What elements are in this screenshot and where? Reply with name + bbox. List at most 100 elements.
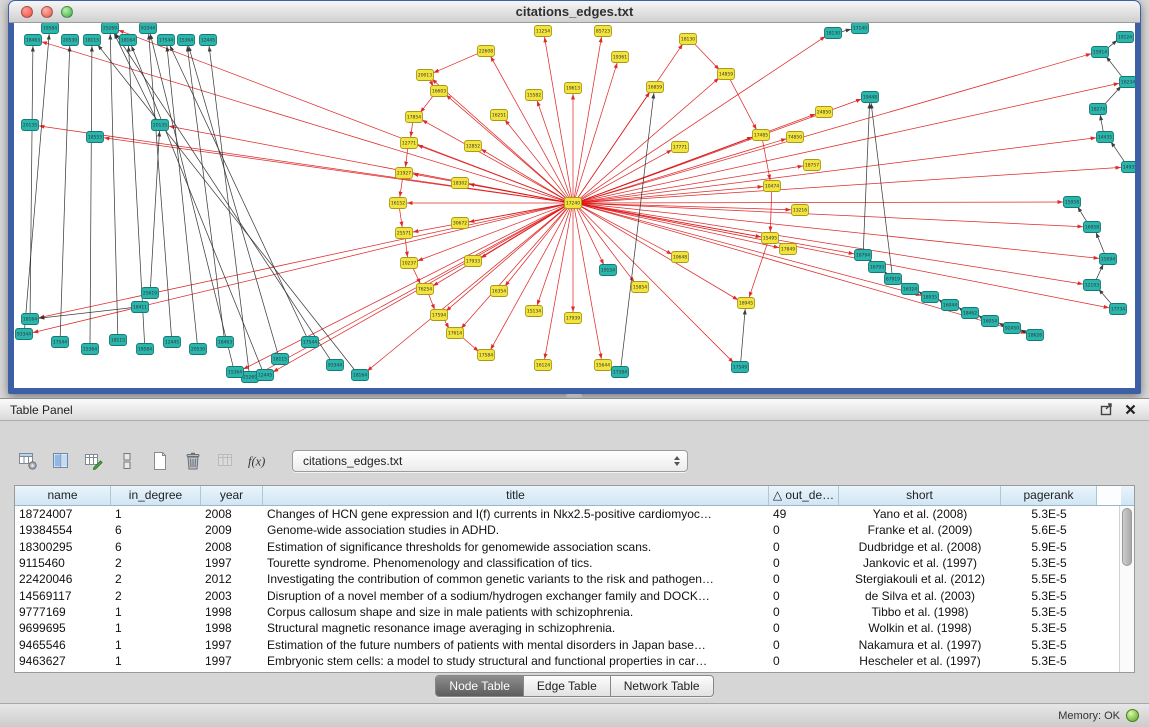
- graph-edge[interactable]: [580, 204, 1099, 259]
- graph-edge[interactable]: [30, 46, 33, 314]
- graph-node[interactable]: 10474: [764, 181, 781, 192]
- graph-edge[interactable]: [1096, 264, 1104, 281]
- cell-pagerank[interactable]: 5.5E-5: [1001, 572, 1097, 586]
- cell-title[interactable]: Changes of HCN gene expression and I(f) …: [263, 507, 769, 521]
- table-row[interactable]: 1456911722003Disruption of a novel membe…: [15, 587, 1119, 603]
- graph-node[interactable]: 18626: [1027, 330, 1044, 341]
- graph-node[interactable]: 17384: [612, 367, 629, 378]
- cell-out_de[interactable]: 0: [769, 654, 839, 668]
- graph-edge[interactable]: [1100, 115, 1103, 132]
- cell-in_degree[interactable]: 2: [111, 556, 201, 570]
- graph-node[interactable]: 13216: [792, 205, 809, 216]
- table-row[interactable]: 946554611997Estimation of the future num…: [15, 636, 1119, 652]
- graph-node[interactable]: 20530: [190, 344, 207, 355]
- close-window-button[interactable]: [21, 6, 33, 18]
- graph-edge[interactable]: [580, 187, 763, 203]
- memory-indicator-icon[interactable]: [1126, 709, 1139, 722]
- cell-out_de[interactable]: 0: [769, 621, 839, 635]
- graph-node[interactable]: 19584: [42, 23, 59, 34]
- tab-node-table[interactable]: Node Table: [436, 676, 524, 696]
- graph-node[interactable]: 15134: [526, 306, 543, 317]
- window-titlebar[interactable]: citations_edges.txt: [9, 1, 1140, 23]
- cell-short[interactable]: Nakamura et al. (1997): [839, 638, 1001, 652]
- table-row[interactable]: 1830029562008Estimation of significance …: [15, 539, 1119, 555]
- cell-name[interactable]: 22420046: [15, 572, 111, 586]
- edit-table-icon[interactable]: [82, 449, 106, 473]
- tab-edge-table[interactable]: Edge Table: [524, 676, 611, 696]
- graph-node[interactable]: 17544: [158, 35, 175, 46]
- cell-title[interactable]: Corpus callosum shape and size in male p…: [263, 605, 769, 619]
- graph-edge[interactable]: [42, 42, 567, 202]
- graph-node[interactable]: 17549: [732, 362, 749, 373]
- graph-node[interactable]: 19361: [612, 52, 629, 63]
- graph-node[interactable]: 16354: [491, 286, 508, 297]
- cell-short[interactable]: Dudbridge et al. (2008): [839, 540, 1001, 554]
- graph-node[interactable]: 14935: [1122, 162, 1136, 173]
- cell-year[interactable]: 1997: [201, 638, 263, 652]
- graph-edge[interactable]: [580, 204, 1083, 284]
- graph-node[interactable]: 17544: [302, 337, 319, 348]
- column-header-short[interactable]: short: [839, 486, 1001, 505]
- graph-node[interactable]: 18274: [1090, 104, 1107, 115]
- cell-short[interactable]: Wolkin et al. (1998): [839, 621, 1001, 635]
- graph-node[interactable]: 18463: [25, 35, 42, 46]
- graph-node[interactable]: 17939: [565, 313, 582, 324]
- graph-edge[interactable]: [39, 126, 566, 202]
- graph-edge[interactable]: [871, 103, 892, 274]
- table-row[interactable]: 977716911998Corpus callosum shape and si…: [15, 604, 1119, 620]
- row-tools-icon[interactable]: [115, 449, 139, 473]
- graph-edge[interactable]: [1106, 56, 1123, 78]
- graph-node[interactable]: 17849: [780, 244, 797, 255]
- cell-in_degree[interactable]: 6: [111, 540, 201, 554]
- graph-node[interactable]: 18553: [87, 132, 104, 143]
- cell-out_de[interactable]: 0: [769, 638, 839, 652]
- graph-node[interactable]: 17614: [447, 328, 464, 339]
- cell-short[interactable]: Jankovic et al. (1997): [839, 556, 1001, 570]
- graph-node[interactable]: 25269: [102, 23, 119, 34]
- graph-node[interactable]: 15914: [1092, 47, 1109, 58]
- cell-name[interactable]: 9699695: [15, 621, 111, 635]
- graph-node[interactable]: 20013: [417, 70, 434, 81]
- cell-pagerank[interactable]: 5.9E-5: [1001, 540, 1097, 554]
- cell-title[interactable]: Disruption of a novel member of a sodium…: [263, 589, 769, 603]
- graph-node[interactable]: 20135: [152, 120, 169, 131]
- graph-edge[interactable]: [60, 46, 69, 337]
- graph-edge[interactable]: [104, 138, 566, 203]
- cell-name[interactable]: 9115460: [15, 556, 111, 570]
- graph-node[interactable]: 67919: [885, 274, 902, 285]
- cell-pagerank[interactable]: 5.6E-5: [1001, 523, 1097, 537]
- graph-node[interactable]: 18164: [22, 314, 39, 325]
- graph-node[interactable]: 16152: [390, 198, 407, 209]
- close-panel-icon[interactable]: [1121, 402, 1139, 418]
- graph-node[interactable]: 19124: [1117, 32, 1134, 43]
- graph-node[interactable]: 16958: [1084, 222, 1101, 233]
- graph-edge[interactable]: [574, 37, 601, 198]
- table-options-icon[interactable]: [16, 449, 40, 473]
- table-row[interactable]: 969969511998Structural magnetic resonanc…: [15, 620, 1119, 636]
- graph-edge[interactable]: [1096, 232, 1105, 254]
- graph-edge[interactable]: [1111, 142, 1126, 164]
- graph-node[interactable]: 18945: [738, 298, 755, 309]
- cell-in_degree[interactable]: 1: [111, 621, 201, 635]
- graph-edge[interactable]: [428, 293, 434, 309]
- graph-node[interactable]: 25571: [396, 228, 413, 239]
- cell-pagerank[interactable]: 5.3E-5: [1001, 621, 1097, 635]
- graph-edge[interactable]: [461, 207, 568, 329]
- show-columns-icon[interactable]: [49, 449, 73, 473]
- tab-network-table[interactable]: Network Table: [611, 676, 713, 696]
- graph-node[interactable]: 18794: [855, 250, 872, 261]
- graph-edge[interactable]: [580, 204, 779, 248]
- cell-pagerank[interactable]: 5.3E-5: [1001, 507, 1097, 521]
- graph-node[interactable]: 18935: [922, 292, 939, 303]
- graph-node[interactable]: 15958: [1064, 197, 1081, 208]
- graph-edge[interactable]: [39, 204, 566, 318]
- cell-pagerank[interactable]: 5.3E-5: [1001, 589, 1097, 603]
- graph-node[interactable]: 15364: [82, 344, 99, 355]
- graph-node[interactable]: 19613: [565, 83, 582, 94]
- cell-out_de[interactable]: 0: [769, 540, 839, 554]
- cell-in_degree[interactable]: 1: [111, 507, 201, 521]
- graph-edge[interactable]: [187, 46, 224, 337]
- graph-edge[interactable]: [749, 243, 768, 298]
- graph-edge[interactable]: [110, 34, 118, 335]
- graph-edge[interactable]: [411, 122, 413, 137]
